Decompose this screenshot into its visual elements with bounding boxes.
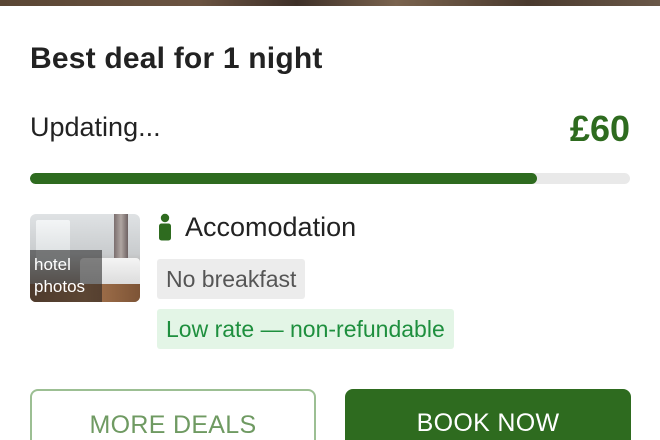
update-status: Updating... <box>30 112 161 142</box>
deal-price: £60 <box>569 108 630 149</box>
thumb-label: hotel photos <box>34 255 86 296</box>
deal-title: Best deal for 1 night <box>30 42 323 75</box>
person-icon <box>159 213 171 241</box>
hotel-photo-edge <box>0 0 660 6</box>
update-progress-bar <box>30 173 630 184</box>
book-now-button[interactable]: BOOK NOW <box>345 389 631 440</box>
meal-badge: No breakfast <box>157 259 306 299</box>
room-type-row: Accomodation <box>157 210 356 244</box>
rate-badge: Low rate — non-refundable <box>157 309 454 349</box>
more-deals-button[interactable]: MORE DEALS <box>30 389 316 440</box>
hotel-photos-thumbnail[interactable]: hotel photos <box>30 214 140 302</box>
update-progress-fill <box>30 173 537 184</box>
room-type-label: Accomodation <box>185 211 357 242</box>
